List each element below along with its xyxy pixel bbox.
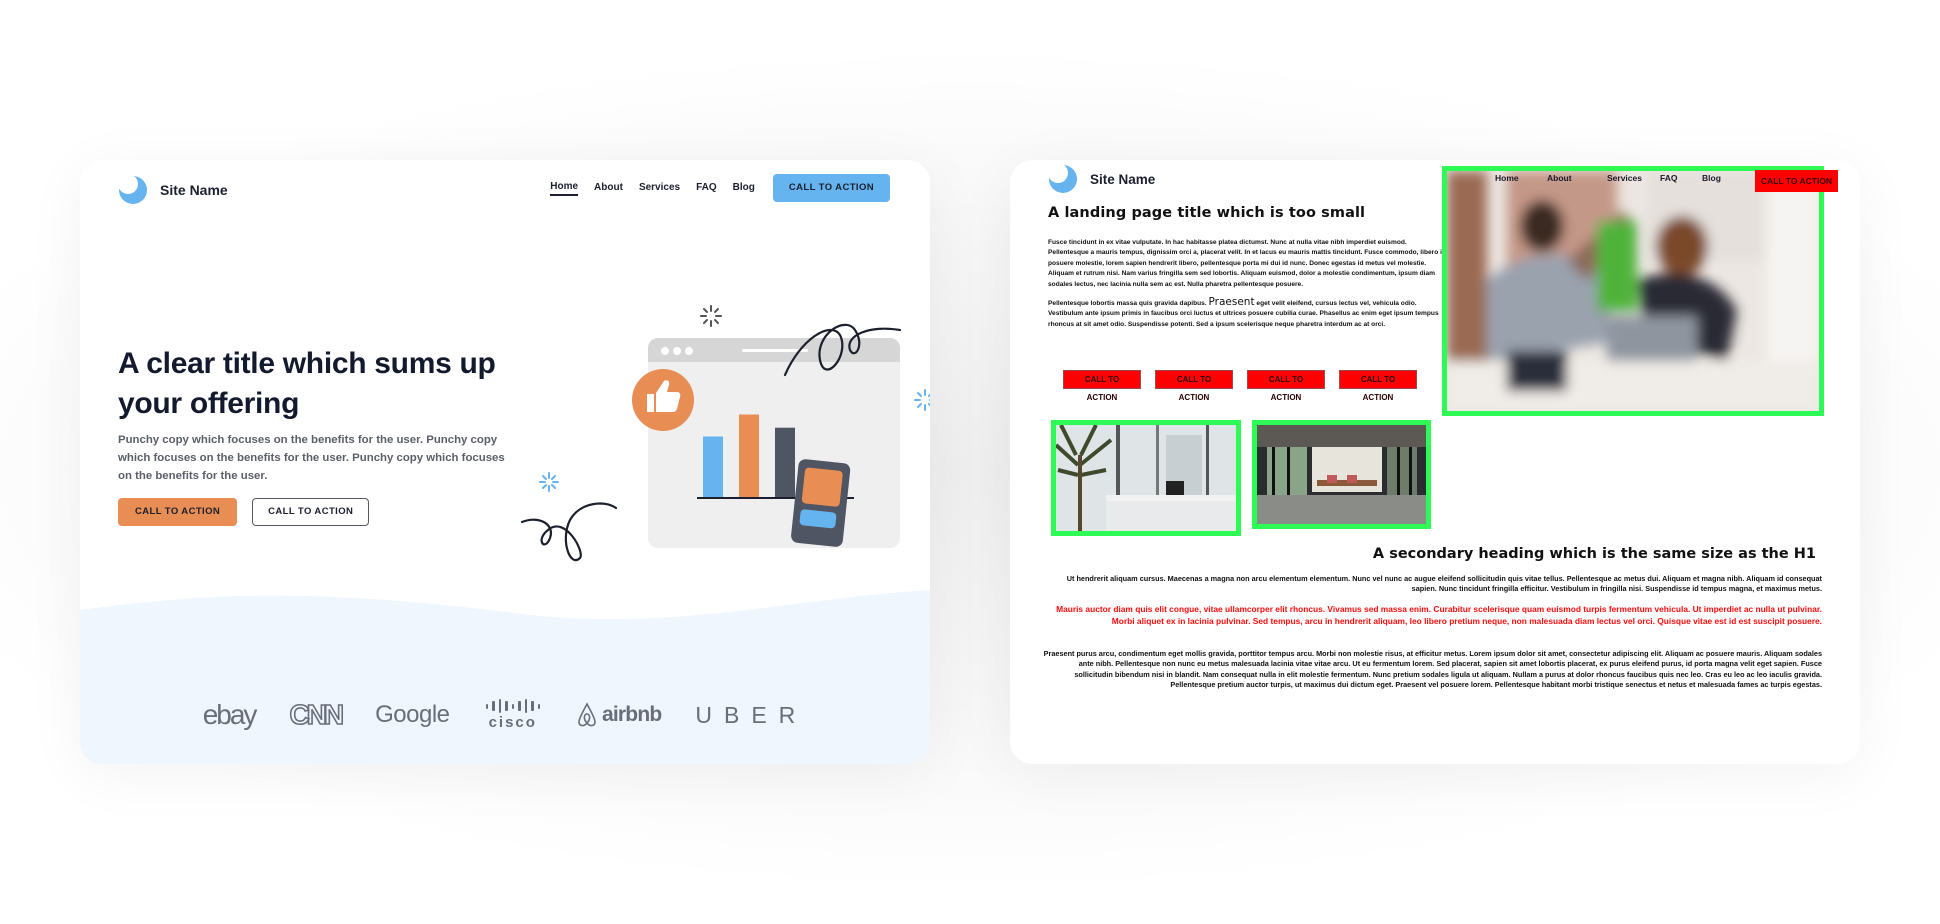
red-cta-button[interactable]: CALL TO ACTION: [1339, 370, 1417, 402]
cnn-logo: CNN: [289, 698, 345, 731]
bad-nav-overlapping-image: Home About Services FAQ Blog CALL TO ACT…: [1495, 170, 1838, 192]
plant-window-desk-photo: [1051, 420, 1241, 536]
site-logo[interactable]: Site Name: [1048, 164, 1155, 194]
cisco-bars-icon: [484, 699, 543, 713]
airbnb-belo-icon: [578, 702, 596, 727]
hero-copy: Punchy copy which focuses on the benefit…: [118, 434, 505, 482]
hero-buttons: CALL TO ACTION CALL TO ACTION: [118, 498, 370, 526]
nav-faq[interactable]: FAQ: [696, 182, 717, 195]
client-logos: ebay CNN Google cisco airbnb UBER: [80, 690, 930, 740]
nav-home[interactable]: Home: [550, 181, 579, 196]
nav-cta-button[interactable]: CALL TO ACTION: [772, 174, 890, 202]
nav-about[interactable]: About: [594, 182, 623, 195]
primary-cta-button[interactable]: CALL TO ACTION: [118, 498, 238, 526]
ebay-logo: ebay: [202, 699, 258, 730]
secondary-cta-button[interactable]: CALL TO ACTION: [252, 498, 370, 526]
site-name: Site Name: [1090, 171, 1156, 187]
nav-blog[interactable]: Blog: [733, 182, 755, 195]
bad-paragraph: Fusce tincidunt in ex vitae vulputate. I…: [1048, 239, 1446, 288]
high-five-office-photo: [1442, 166, 1824, 416]
uber-logo: UBER: [695, 701, 808, 728]
red-cta-button[interactable]: CALL TO ACTION: [1247, 370, 1325, 402]
illustration-bar: [703, 436, 723, 497]
bad-landing-page-mockup: Site Name A landing page title which is …: [1010, 160, 1860, 764]
site-name: Site Name: [160, 182, 228, 198]
right-aligned-paragraph: Praesent purus arcu, condimentum eget mo…: [1043, 649, 1822, 690]
sparkle-icon: [700, 305, 722, 327]
airbnb-logo: airbnb: [576, 702, 662, 728]
nav-faq[interactable]: FAQ: [1660, 173, 1677, 183]
moon-logo-icon: [1048, 164, 1078, 194]
illustration-bar: [775, 427, 795, 497]
bad-cta-row: CALL TO ACTION CALL TO ACTION CALL TO AC…: [1063, 370, 1431, 402]
google-logo: Google: [375, 701, 450, 728]
red-cta-button[interactable]: CALL TO ACTION: [1155, 370, 1233, 402]
hero-illustration: [520, 305, 930, 562]
nav-blog[interactable]: Blog: [1702, 173, 1721, 183]
meeting-room-photo: [1252, 420, 1431, 529]
sparkle-icon: [914, 389, 930, 411]
sparkle-icon: [539, 472, 559, 492]
phone-icon: [791, 459, 851, 547]
right-aligned-paragraph: Ut hendrerit aliquam cursus. Maecenas a …: [1066, 574, 1822, 594]
bad-paragraph: Pellentesque lobortis massa quis gravida…: [1048, 296, 1439, 328]
inconsistent-font-word: Praesent: [1208, 296, 1255, 308]
nav-services[interactable]: Services: [639, 182, 680, 195]
red-paragraph: Mauris auctor diam quis elit congue, vit…: [1056, 604, 1822, 626]
nav-about[interactable]: About: [1547, 173, 1572, 183]
nav-red-cta-button[interactable]: CALL TO ACTION: [1755, 170, 1838, 192]
main-nav: Home About Services FAQ Blog CALL TO ACT…: [550, 174, 890, 202]
thumbs-up-icon: [632, 369, 694, 431]
hero-title: A clear title which sums up your offerin…: [118, 347, 496, 420]
secondary-heading: A secondary heading which is the same si…: [1372, 546, 1816, 562]
moon-logo-icon: [118, 175, 148, 205]
red-cta-button[interactable]: CALL TO ACTION: [1063, 370, 1141, 402]
nav-home[interactable]: Home: [1495, 173, 1519, 183]
bad-page-title: A landing page title which is too small: [1048, 205, 1366, 221]
squiggle-decoration: [520, 502, 618, 562]
illustration-bar: [739, 414, 759, 497]
browser-window-icon: [648, 338, 900, 548]
good-landing-page-mockup: Site Name Home About Services FAQ Blog C…: [80, 160, 930, 764]
site-logo[interactable]: Site Name: [118, 174, 228, 206]
nav-services[interactable]: Services: [1607, 173, 1642, 183]
cisco-logo: cisco: [484, 699, 543, 731]
